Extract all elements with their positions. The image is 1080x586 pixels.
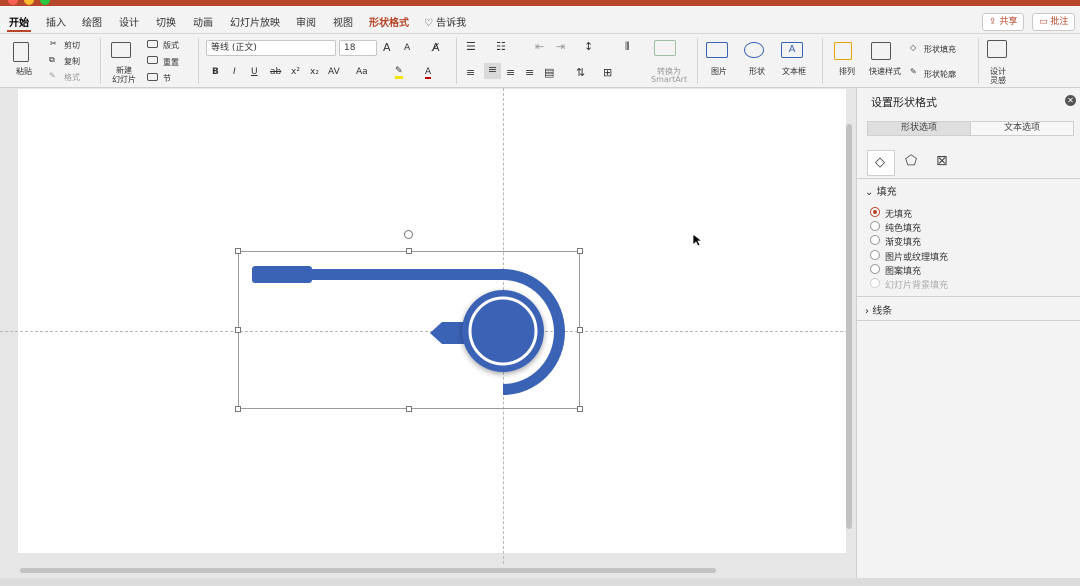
resize-handle-b[interactable]: [406, 406, 412, 412]
line-section-header[interactable]: › 线条: [865, 302, 892, 317]
radio-picture-fill[interactable]: [870, 250, 880, 260]
selection-frame: [238, 251, 580, 409]
fill-header-label: 填充: [876, 187, 897, 198]
radio-slide-background-fill: [870, 278, 880, 288]
tab-text-options[interactable]: 文本选项: [970, 121, 1074, 136]
status-bar: [0, 578, 1080, 586]
option-pattern-fill[interactable]: 图案填充: [885, 264, 921, 277]
resize-handle-r[interactable]: [577, 327, 583, 333]
chevron-down-icon: ⌄: [865, 187, 874, 198]
radio-no-fill[interactable]: [870, 207, 880, 217]
chevron-right-icon: ›: [865, 306, 869, 317]
size-properties-icon[interactable]: ⊠: [936, 153, 948, 169]
option-picture-fill[interactable]: 图片或纹理填充: [885, 250, 948, 263]
resize-handle-br[interactable]: [577, 406, 583, 412]
mouse-cursor-icon: [692, 233, 702, 247]
fill-section-header[interactable]: ⌄ 填充: [865, 183, 897, 198]
horizontal-scrollbar[interactable]: [20, 568, 716, 573]
option-slide-background-fill: 幻灯片背景填充: [885, 281, 949, 291]
paint-bucket-icon: ◇: [875, 155, 885, 170]
close-pane-button[interactable]: ✕: [1065, 95, 1076, 106]
tab-shape-options[interactable]: 形状选项: [867, 121, 971, 136]
resize-handle-l[interactable]: [235, 327, 241, 333]
resize-handle-tl[interactable]: [235, 248, 241, 254]
option-gradient-fill[interactable]: 渐变填充: [885, 235, 921, 248]
resize-handle-t[interactable]: [406, 248, 412, 254]
pane-title: 设置形状格式: [871, 96, 937, 109]
format-shape-pane: 设置形状格式 ✕ 形状选项 文本选项 ◇ ⬠ ⊠ ⌄ 填充 无填充 纯色填充 渐…: [856, 88, 1080, 578]
rotate-handle[interactable]: [404, 230, 413, 239]
effects-tab-pentagon-icon[interactable]: ⬠: [905, 153, 917, 169]
radio-solid-fill[interactable]: [870, 221, 880, 231]
option-no-fill[interactable]: 无填充: [885, 207, 912, 220]
option-solid-fill[interactable]: 纯色填充: [885, 221, 921, 234]
radio-pattern-fill[interactable]: [870, 264, 880, 274]
vertical-scrollbar[interactable]: [846, 124, 852, 529]
resize-handle-bl[interactable]: [235, 406, 241, 412]
radio-gradient-fill[interactable]: [870, 235, 880, 245]
resize-handle-tr[interactable]: [577, 248, 583, 254]
fill-line-tab[interactable]: ◇: [867, 150, 895, 176]
line-header-label: 线条: [872, 306, 893, 317]
